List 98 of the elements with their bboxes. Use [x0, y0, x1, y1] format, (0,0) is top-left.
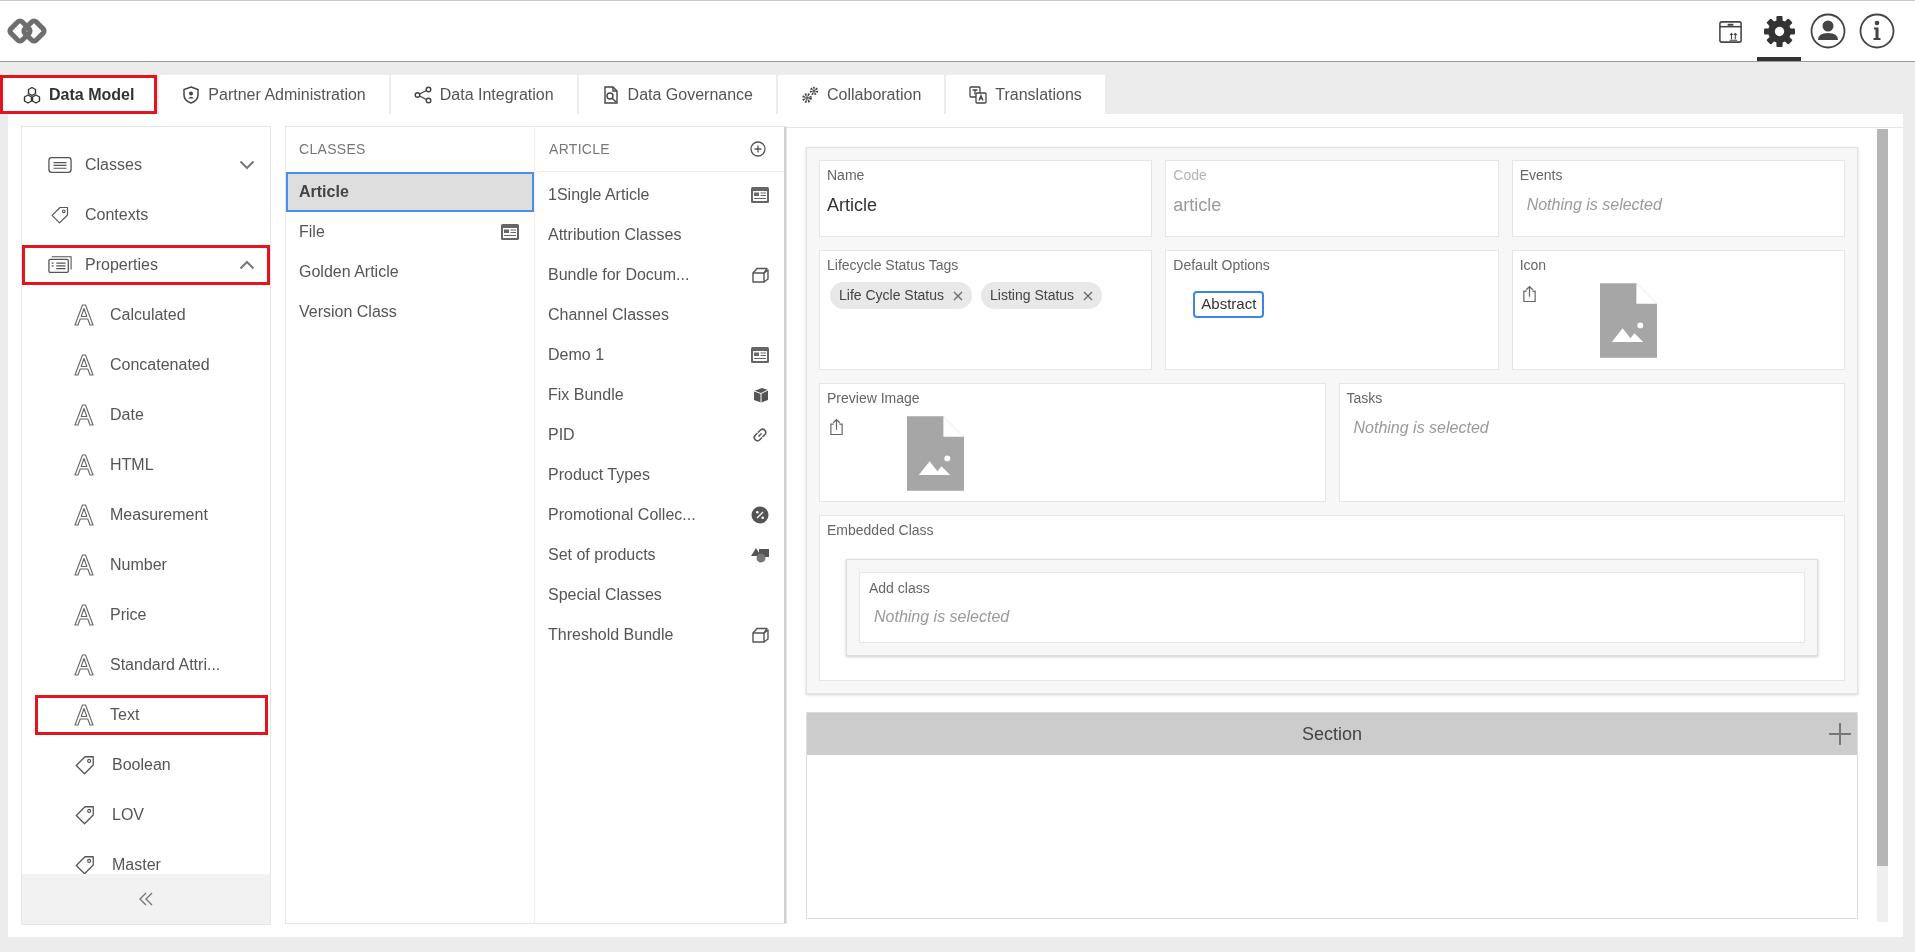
- user-icon[interactable]: [1810, 13, 1846, 49]
- tag-icon: [74, 804, 96, 826]
- letter-a-icon: [74, 654, 94, 676]
- nav-item[interactable]: Contexts: [22, 195, 270, 235]
- close-icon[interactable]: [1083, 290, 1094, 301]
- tag-icon: [74, 854, 96, 874]
- field-label: Preview Image: [827, 389, 920, 408]
- percent-badge-icon: [751, 506, 769, 524]
- nav-item[interactable]: Calculated: [35, 295, 268, 335]
- letter-a-icon: [74, 554, 94, 576]
- field-value: article: [1173, 194, 1222, 217]
- list-item[interactable]: Product Types: [535, 455, 784, 495]
- field-label: Lifecycle Status Tags: [827, 256, 959, 275]
- nav-item[interactable]: Date: [35, 395, 268, 435]
- nav-item[interactable]: HTML: [35, 445, 268, 485]
- list-item[interactable]: Channel Classes: [535, 295, 784, 335]
- list-item[interactable]: File: [286, 212, 534, 252]
- image-file-icon: [907, 416, 964, 491]
- nodes-icon: [413, 85, 432, 104]
- tag-chip[interactable]: Life Cycle Status: [830, 282, 973, 309]
- nav-item[interactable]: Standard Attri...: [35, 645, 268, 685]
- list-item[interactable]: Version Class: [286, 292, 534, 332]
- letter-a-icon: [74, 454, 94, 476]
- list-item[interactable]: PID: [535, 415, 784, 455]
- shapes-icon: [751, 547, 769, 563]
- nav-item[interactable]: Master: [35, 845, 268, 874]
- gears-icon: [801, 85, 819, 104]
- double-chevron-left-icon[interactable]: [138, 891, 154, 907]
- tag-chip[interactable]: Listing Status: [981, 282, 1103, 309]
- cubes-icon: [23, 85, 41, 104]
- image-file-icon: [1599, 283, 1657, 358]
- field-label: Name: [827, 166, 865, 185]
- settings-icon[interactable]: [1762, 14, 1796, 48]
- list-item[interactable]: 1Single Article: [535, 175, 784, 215]
- list-item[interactable]: Bundle for Docum...: [535, 255, 784, 295]
- nav-item[interactable]: Concatenated: [35, 345, 268, 385]
- list-item[interactable]: Attribution Classes: [535, 215, 784, 255]
- tab[interactable]: Data Integration: [390, 75, 577, 114]
- field-label: Embedded Class: [827, 521, 934, 540]
- letter-a-icon: [74, 704, 94, 726]
- document-search-icon: [601, 85, 620, 104]
- list-item[interactable]: Set of products: [535, 535, 784, 575]
- column-header: CLASSES: [299, 140, 366, 159]
- letter-a-icon: [74, 304, 94, 326]
- add-icon[interactable]: [750, 141, 766, 157]
- card-icon: [48, 255, 72, 275]
- scrollbar[interactable]: [1877, 129, 1888, 922]
- letter-a-icon: [74, 404, 94, 426]
- translate-icon: [969, 85, 988, 104]
- field-label: Events: [1519, 166, 1563, 185]
- list-item[interactable]: Demo 1: [535, 335, 784, 375]
- nav-item[interactable]: LOV: [35, 795, 268, 835]
- letter-a-icon: [74, 504, 94, 526]
- shield-icon: [182, 85, 201, 104]
- form-icon: [751, 347, 769, 363]
- box-icon: [753, 387, 769, 403]
- section-title: Section: [1301, 722, 1362, 746]
- field-label: Default Options: [1173, 256, 1270, 275]
- list-item[interactable]: Article: [286, 172, 534, 212]
- list-item[interactable]: Special Classes: [535, 575, 784, 615]
- text-input[interactable]: Article: [827, 193, 877, 217]
- info-icon[interactable]: [1859, 13, 1895, 49]
- list-icon: [48, 155, 72, 175]
- nav-item[interactable]: Measurement: [35, 495, 268, 535]
- close-icon[interactable]: [953, 290, 964, 301]
- list-item[interactable]: Fix Bundle: [535, 375, 784, 415]
- form-icon: [501, 224, 519, 240]
- tab[interactable]: Data Model: [0, 75, 158, 114]
- tab[interactable]: Data Governance: [578, 75, 776, 114]
- nav-item[interactable]: Price: [35, 595, 268, 635]
- nav-item[interactable]: Text: [35, 695, 268, 735]
- letter-a-icon: [74, 604, 94, 626]
- field-label: Icon: [1519, 256, 1547, 275]
- tab[interactable]: Partner Administration: [159, 75, 389, 114]
- chevron-up-icon[interactable]: [239, 260, 255, 270]
- field-label: Tasks: [1346, 389, 1383, 408]
- tab[interactable]: Translations: [946, 75, 1105, 114]
- list-item[interactable]: Threshold Bundle: [535, 615, 784, 655]
- field-label: Add class: [869, 579, 930, 598]
- chevron-down-icon[interactable]: [239, 160, 255, 170]
- nav-item[interactable]: Boolean: [35, 745, 268, 785]
- nav-item[interactable]: Number: [35, 545, 268, 585]
- option-toggle[interactable]: Abstract: [1193, 291, 1265, 318]
- list-item[interactable]: Golden Article: [286, 252, 534, 292]
- letter-a-icon: [74, 354, 94, 376]
- form-icon: [751, 187, 769, 203]
- upload-icon[interactable]: [829, 418, 844, 436]
- tag-icon: [74, 754, 96, 776]
- upload-icon[interactable]: [1521, 285, 1537, 303]
- column-header: ARTICLE: [549, 139, 610, 159]
- list-item[interactable]: Promotional Collec...: [535, 495, 784, 535]
- tab[interactable]: Collaboration: [778, 75, 945, 114]
- open-box-icon: [751, 267, 769, 283]
- nav-item[interactable]: Classes: [22, 145, 270, 185]
- field-label: Code: [1173, 166, 1207, 185]
- link-icon: [751, 426, 769, 444]
- open-box-icon: [751, 627, 769, 643]
- nav-item[interactable]: Properties: [22, 245, 270, 285]
